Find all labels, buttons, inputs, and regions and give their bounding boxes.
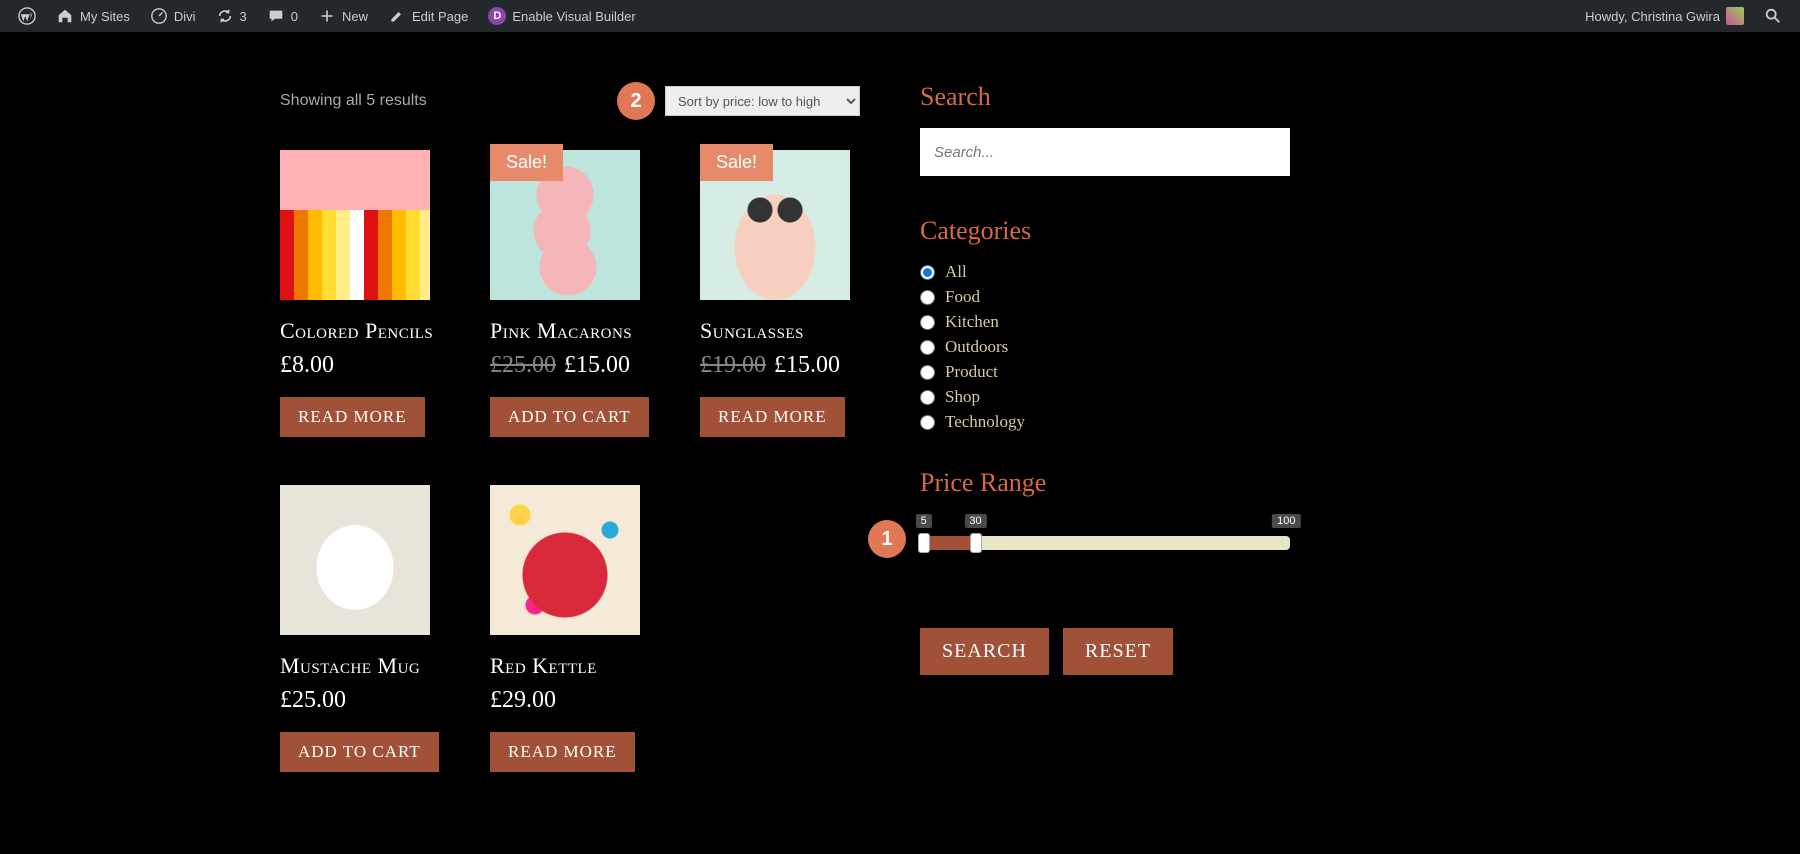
category-item[interactable]: Technology (920, 412, 1290, 432)
visualbuilder-link[interactable]: D Enable Visual Builder (478, 0, 645, 32)
search-heading: Search (920, 82, 1290, 112)
sale-badge: Sale! (490, 144, 563, 181)
product-card[interactable]: Sale! Pink Macarons £25.00£15.00 ADD TO … (490, 150, 650, 437)
product-action-button[interactable]: ADD TO CART (280, 732, 439, 772)
search-icon (1764, 7, 1782, 25)
product-image[interactable] (280, 485, 430, 635)
product-card[interactable]: Sale! Sunglasses £19.00£15.00 READ MORE (700, 150, 860, 437)
category-item[interactable]: All (920, 262, 1290, 282)
plus-icon (318, 7, 336, 25)
product-image[interactable] (280, 150, 430, 300)
sale-badge: Sale! (700, 144, 773, 181)
visualbuilder-label: Enable Visual Builder (512, 9, 635, 24)
product-image[interactable] (490, 485, 640, 635)
category-item[interactable]: Outdoors (920, 337, 1290, 357)
sort-select[interactable]: Sort by price: low to high (665, 86, 860, 116)
product-action-button[interactable]: READ MORE (700, 397, 845, 437)
wp-logo[interactable] (8, 0, 46, 32)
product-title: Mustache Mug (280, 653, 440, 679)
updates-link[interactable]: 3 (206, 0, 257, 32)
updates-count: 3 (240, 9, 247, 24)
product-action-button[interactable]: READ MORE (490, 732, 635, 772)
category-radio[interactable] (920, 365, 935, 380)
product-price: £8.00 (280, 352, 440, 379)
comment-icon (267, 7, 285, 25)
category-label: Shop (945, 387, 980, 407)
home-icon (56, 7, 74, 25)
comments-count: 0 (291, 9, 298, 24)
pencil-icon (388, 7, 406, 25)
product-image[interactable]: Sale! (490, 150, 640, 300)
product-price: £19.00£15.00 (700, 352, 860, 379)
category-radio[interactable] (920, 415, 935, 430)
product-card[interactable]: Red Kettle £29.00 READ MORE (490, 485, 650, 772)
shop-main: Showing all 5 results 2 Sort by price: l… (280, 82, 860, 772)
divi-icon: D (488, 7, 506, 25)
filter-reset-button[interactable]: RESET (1063, 628, 1173, 675)
product-title: Colored Pencils (280, 318, 440, 344)
price-slider[interactable] (920, 536, 1290, 550)
search-toggle[interactable] (1754, 0, 1792, 32)
howdy-label: Howdy, Christina Gwira (1585, 9, 1720, 24)
product-card[interactable]: Mustache Mug £25.00 ADD TO CART (280, 485, 440, 772)
category-label: Outdoors (945, 337, 1008, 357)
site-link[interactable]: Divi (140, 0, 206, 32)
wordpress-icon (18, 7, 36, 25)
product-action-button[interactable]: ADD TO CART (490, 397, 649, 437)
result-count: Showing all 5 results (280, 92, 427, 110)
category-radio[interactable] (920, 390, 935, 405)
filter-search-button[interactable]: SEARCH (920, 628, 1049, 675)
category-item[interactable]: Shop (920, 387, 1290, 407)
mysites-label: My Sites (80, 9, 130, 24)
shop-sidebar: Search Categories All Food Kitchen Outdoors… (920, 82, 1290, 772)
pricerange-heading: Price Range (920, 468, 1290, 498)
range-bubble-low: 5 (916, 514, 932, 528)
product-price: £25.00£15.00 (490, 352, 650, 379)
range-bubble-high: 30 (964, 514, 986, 528)
category-radio[interactable] (920, 315, 935, 330)
range-bubble-max: 100 (1272, 514, 1300, 528)
new-label: New (342, 9, 368, 24)
product-title: Pink Macarons (490, 318, 650, 344)
category-label: Food (945, 287, 980, 307)
product-price: £29.00 (490, 687, 650, 714)
category-label: All (945, 262, 967, 282)
annotation-badge-2: 2 (617, 82, 655, 120)
wp-admin-bar: My Sites Divi 3 0 New Edit Page D Enable … (0, 0, 1800, 32)
product-title: Sunglasses (700, 318, 860, 344)
product-image[interactable]: Sale! (700, 150, 850, 300)
category-label: Kitchen (945, 312, 999, 332)
annotation-badge-1: 1 (868, 520, 906, 558)
category-item[interactable]: Product (920, 362, 1290, 382)
slider-handle-low[interactable] (918, 533, 930, 553)
product-card[interactable]: Colored Pencils £8.00 READ MORE (280, 150, 440, 437)
avatar (1726, 7, 1744, 25)
category-label: Product (945, 362, 998, 382)
product-title: Red Kettle (490, 653, 650, 679)
new-link[interactable]: New (308, 0, 378, 32)
editpage-link[interactable]: Edit Page (378, 0, 478, 32)
product-price: £25.00 (280, 687, 440, 714)
editpage-label: Edit Page (412, 9, 468, 24)
mysites-link[interactable]: My Sites (46, 0, 140, 32)
product-action-button[interactable]: READ MORE (280, 397, 425, 437)
category-item[interactable]: Kitchen (920, 312, 1290, 332)
comments-link[interactable]: 0 (257, 0, 308, 32)
slider-handle-high[interactable] (970, 533, 982, 553)
refresh-icon (216, 7, 234, 25)
category-radio[interactable] (920, 340, 935, 355)
howdy-link[interactable]: Howdy, Christina Gwira (1575, 0, 1754, 32)
categories-heading: Categories (920, 216, 1290, 246)
category-label: Technology (945, 412, 1025, 432)
site-label: Divi (174, 9, 196, 24)
dashboard-icon (150, 7, 168, 25)
category-item[interactable]: Food (920, 287, 1290, 307)
category-radio[interactable] (920, 265, 935, 280)
search-input[interactable] (920, 128, 1290, 176)
category-radio[interactable] (920, 290, 935, 305)
